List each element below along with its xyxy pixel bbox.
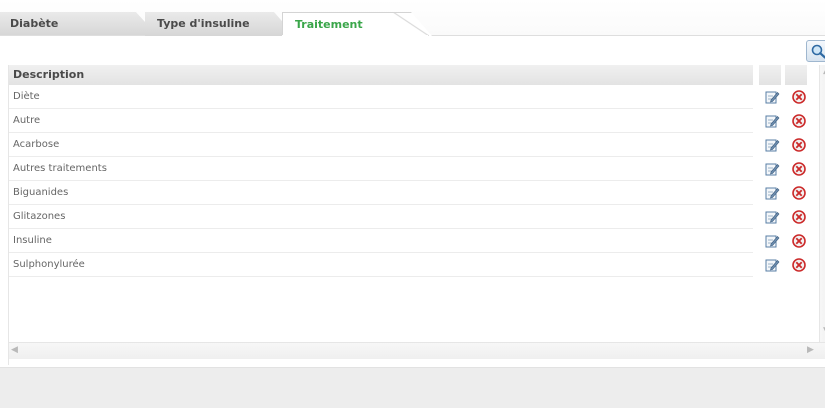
edit-icon[interactable] xyxy=(764,257,780,273)
edit-icon[interactable] xyxy=(764,185,780,201)
grid-header: Description xyxy=(9,65,825,85)
column-header-edit xyxy=(759,65,781,85)
row-description: Biguanides xyxy=(13,187,69,198)
tab-label: Diabète xyxy=(10,17,59,30)
edit-icon[interactable] xyxy=(764,161,780,177)
row-description: Insuline xyxy=(13,235,52,246)
tab-bar: Diabète Type d'insuline Traitement xyxy=(0,0,825,37)
delete-icon[interactable] xyxy=(791,113,807,129)
delete-icon[interactable] xyxy=(791,185,807,201)
edit-icon[interactable] xyxy=(764,209,780,225)
row-description: Autre xyxy=(13,115,41,126)
row-description: Acarbose xyxy=(13,139,60,150)
vertical-scrollbar[interactable]: ▲ ▼ xyxy=(819,65,825,345)
row-description: Sulphonylurée xyxy=(13,259,85,270)
delete-icon[interactable] xyxy=(791,257,807,273)
table-row[interactable]: Sulphonylurée xyxy=(9,254,753,277)
tab-type-insuline[interactable]: Type d'insuline xyxy=(145,12,295,36)
edit-icon[interactable] xyxy=(764,113,780,129)
table-row[interactable]: Autre xyxy=(9,110,753,133)
edit-icon[interactable] xyxy=(764,137,780,153)
tab-label: Traitement xyxy=(295,18,363,31)
row-description: Diète xyxy=(13,91,40,102)
row-description: Glitazones xyxy=(13,211,66,222)
table-row[interactable]: Diète xyxy=(9,86,753,109)
tab-label: Type d'insuline xyxy=(157,17,250,30)
table-row[interactable]: Insuline xyxy=(9,230,753,253)
edit-icon[interactable] xyxy=(764,233,780,249)
delete-icon[interactable] xyxy=(791,209,807,225)
delete-icon[interactable] xyxy=(791,137,807,153)
search-icon xyxy=(811,44,825,59)
column-header-description[interactable]: Description xyxy=(9,65,753,85)
table-row[interactable]: Glitazones xyxy=(9,206,753,229)
delete-icon[interactable] xyxy=(791,89,807,105)
table-row[interactable]: Autres traitements xyxy=(9,158,753,181)
edit-icon[interactable] xyxy=(764,89,780,105)
horizontal-scrollbar[interactable]: ◀ ▶ xyxy=(9,342,825,359)
table-row[interactable]: Biguanides xyxy=(9,182,753,205)
delete-icon[interactable] xyxy=(791,161,807,177)
tab-diabete[interactable]: Diabète xyxy=(0,12,158,36)
scroll-right-icon[interactable]: ▶ xyxy=(807,346,814,355)
search-button[interactable] xyxy=(806,40,825,62)
treatment-grid: Description Diète Autre Acarbose Autres tra… xyxy=(8,65,825,365)
delete-icon[interactable] xyxy=(791,233,807,249)
table-row[interactable]: Acarbose xyxy=(9,134,753,157)
row-description: Autres traitements xyxy=(13,163,107,174)
tab-divider xyxy=(282,35,428,37)
scroll-left-icon[interactable]: ◀ xyxy=(11,346,18,355)
grid-toolbar xyxy=(0,36,825,64)
footer-panel xyxy=(0,367,825,408)
tab-divider xyxy=(393,12,429,36)
column-header-delete xyxy=(785,65,807,85)
column-header-label: Description xyxy=(13,68,85,81)
